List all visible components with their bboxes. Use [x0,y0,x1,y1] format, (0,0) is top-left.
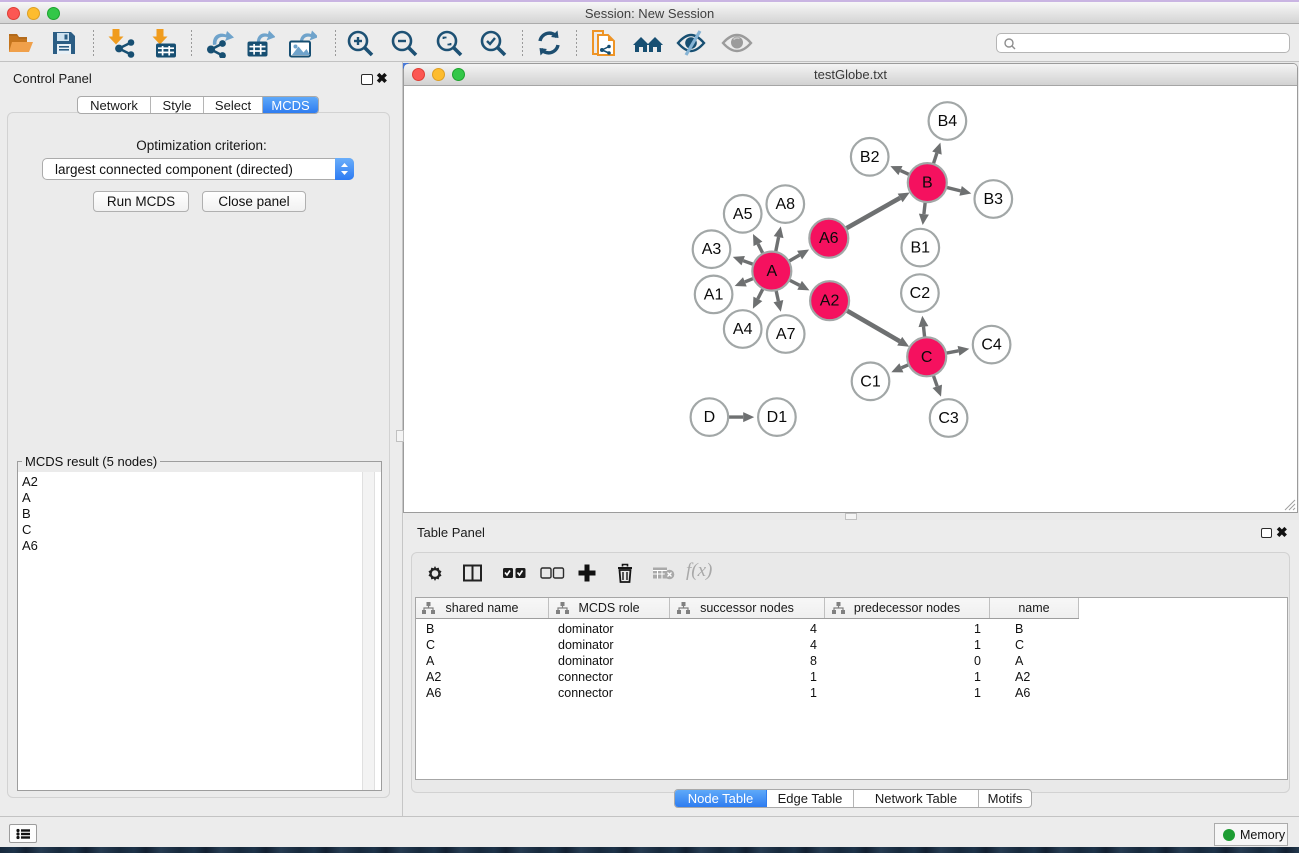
svg-text:A2: A2 [820,293,840,310]
svg-text:A: A [766,263,777,280]
svg-text:C1: C1 [860,373,881,390]
svg-text:C: C [921,349,933,366]
svg-text:A8: A8 [776,196,796,213]
svg-text:C3: C3 [938,410,959,427]
svg-text:B1: B1 [911,240,931,257]
svg-text:A3: A3 [702,241,722,258]
svg-text:A6: A6 [819,230,839,247]
svg-text:A4: A4 [733,321,753,338]
svg-text:A7: A7 [776,326,796,343]
svg-text:A5: A5 [733,206,753,223]
svg-text:B2: B2 [860,149,880,166]
svg-text:B4: B4 [938,113,958,130]
svg-text:A1: A1 [704,286,724,303]
svg-text:D1: D1 [767,409,788,426]
svg-text:C2: C2 [910,285,931,302]
svg-text:C4: C4 [981,337,1002,354]
svg-text:B: B [922,175,933,192]
svg-text:D: D [704,409,716,426]
svg-text:B3: B3 [984,191,1004,208]
